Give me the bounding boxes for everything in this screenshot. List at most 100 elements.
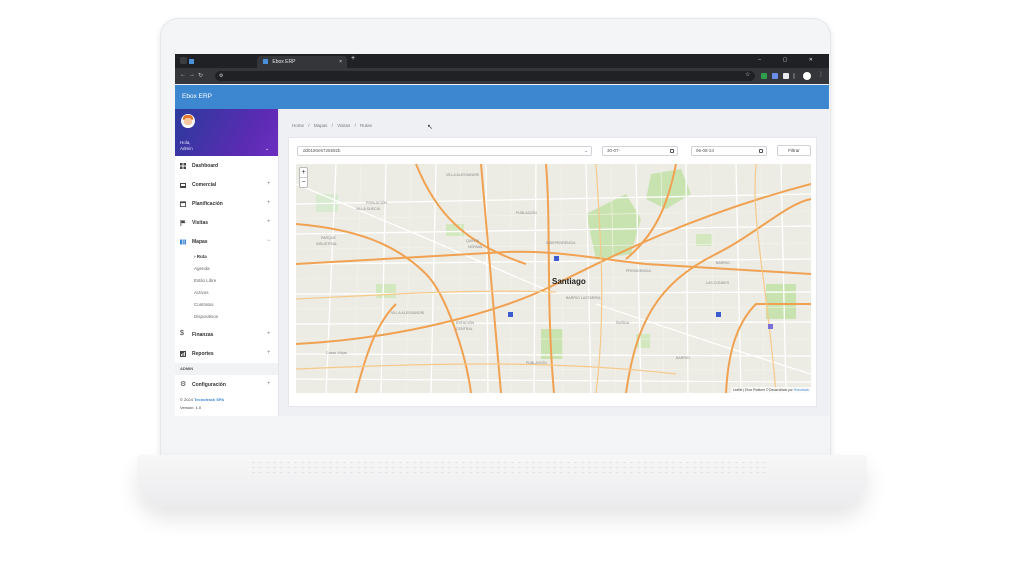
browser-menu-icon[interactable]: ⋮ (818, 71, 824, 78)
park-area (376, 284, 396, 298)
browser-tab-inactive[interactable]: × (189, 56, 262, 68)
expand-icon[interactable]: + (267, 219, 271, 225)
user-panel: Hola, Admin ⌄ (175, 109, 278, 156)
window-controls[interactable]: − ▢ ✕ (758, 57, 823, 63)
calendar-icon[interactable] (759, 149, 763, 153)
expand-icon[interactable]: + (267, 200, 271, 206)
footer-copyright: © 2024 Tecnotrack SPA (180, 397, 225, 402)
sidebar-subitem-dispositivos[interactable]: Dispositivos (194, 314, 218, 319)
gear-icon: ⚙ (180, 381, 187, 388)
sidebar-item-dashboard[interactable]: Dashboard (175, 157, 278, 175)
keyboard-texture (250, 460, 770, 476)
breadcrumb-rutas: Rutas (360, 123, 372, 128)
svg-text:Casas Viejas: Casas Viejas (326, 351, 347, 355)
sidebar-item-visitas[interactable]: Visitas + (175, 214, 278, 232)
extension-icon[interactable] (772, 73, 778, 79)
sidebar-item-reportes[interactable]: Reportes + (175, 345, 278, 363)
device-select-value: dd0180e6725592b (303, 148, 341, 153)
extensions-puzzle-icon[interactable] (783, 73, 789, 79)
browser-toolbar: ← → ↻ ⚙ ☆ ⋮ (175, 68, 829, 84)
toolbar-divider (793, 73, 795, 79)
expand-icon[interactable]: + (267, 381, 271, 387)
sidebar-item-label: Planificación (192, 201, 223, 207)
breadcrumb-home[interactable]: Home (292, 123, 304, 128)
svg-text:INDEPENDENCIA: INDEPENDENCIA (546, 241, 576, 245)
svg-text:CENTRAL: CENTRAL (456, 327, 473, 331)
new-tab-button[interactable]: + (351, 55, 355, 62)
user-name: Hola, Admin (180, 140, 193, 152)
zoom-in-button[interactable]: + (300, 168, 307, 177)
sidebar-item-configuracion[interactable]: ⚙ Configuración + (175, 376, 278, 394)
extension-icon[interactable] (761, 73, 767, 79)
footer-company-link[interactable]: Tecnotrack SPA (194, 397, 224, 402)
tab-close-icon[interactable]: × (339, 56, 342, 68)
section-label-admin: ADMIN (175, 363, 278, 375)
reload-icon[interactable]: ↻ (198, 72, 203, 79)
tab-title: Ebox ERP (272, 59, 296, 65)
user-role: Admin (180, 146, 193, 151)
svg-text:BARRIO LASTARRIA: BARRIO LASTARRIA (566, 296, 601, 300)
mouse-cursor-icon: ↖ (427, 124, 433, 131)
sidebar-item-mapas[interactable]: Mapas − (175, 233, 278, 251)
device-select[interactable]: dd0180e6725592b ⌄ (297, 146, 592, 156)
chevron-down-icon: ⌄ (584, 148, 588, 153)
map-view[interactable]: VILLA ALESSANDRI POBLACIÓN VILLA SUECIA … (296, 164, 811, 393)
svg-text:PUBLACIÓN: PUBLACIÓN (516, 210, 537, 215)
collapse-icon[interactable]: − (267, 238, 271, 244)
date-from-input[interactable]: 30-07- (602, 146, 678, 156)
tab-search-icon[interactable] (180, 57, 187, 64)
bookmark-star-icon[interactable]: ☆ (745, 71, 750, 78)
sidebar-subitem-estilo-libre[interactable]: Estilo Libre (194, 278, 216, 283)
laptop-screen: × Ebox ERP × + − ▢ ✕ ← → ↻ ⚙ ☆ ⋮ Ebox ER… (175, 54, 829, 416)
breadcrumb-mapas[interactable]: Mapas (314, 123, 328, 128)
metro-station-icon (716, 312, 721, 317)
app-title[interactable]: Ebox ERP (182, 93, 212, 100)
svg-text:VILLA ALESSANDRI: VILLA ALESSANDRI (446, 173, 479, 177)
zoom-out-button[interactable]: − (300, 177, 307, 187)
park-area (766, 284, 796, 319)
profile-avatar[interactable] (803, 72, 811, 80)
sidebar-item-label: Reportes (192, 351, 214, 357)
footer-version: Version: 1.0 (180, 405, 202, 410)
chevron-down-icon[interactable]: ⌄ (265, 146, 269, 152)
svg-text:BARRIO: BARRIO (716, 261, 730, 265)
sidebar-item-planificacion[interactable]: Planificación + (175, 195, 278, 213)
sidebar-subitem-ruta[interactable]: › Ruta (194, 254, 207, 259)
attribution-link[interactable]: Tecnotrack (794, 388, 809, 392)
sidebar-subitem-agenda[interactable]: Agenda (194, 266, 210, 271)
zoom-control: + − (299, 167, 308, 188)
svg-text:POBLACIÓN: POBLACIÓN (366, 200, 387, 205)
favicon-icon (263, 59, 268, 65)
metro-station-icon (508, 312, 513, 317)
sidebar-subitem-activos[interactable]: Activos (194, 290, 209, 295)
filter-button[interactable]: Filtrar (777, 145, 811, 156)
address-bar[interactable]: ⚙ (215, 71, 755, 81)
svg-text:VILLA SUECIA: VILLA SUECIA (356, 207, 381, 211)
chevron-right-icon: › (194, 254, 196, 259)
flag-icon (180, 220, 186, 226)
svg-text:NORMAL: NORMAL (468, 245, 483, 249)
browser-tab-bar: × Ebox ERP × + − ▢ ✕ (175, 54, 829, 68)
breadcrumb-visitas[interactable]: Visitas (337, 123, 350, 128)
dollar-icon: $ (180, 330, 184, 337)
expand-icon[interactable]: + (267, 181, 271, 187)
favicon-icon (189, 59, 194, 65)
date-to-input[interactable]: 06-08-24 (691, 146, 767, 156)
sidebar-item-comercial[interactable]: Comercial + (175, 176, 278, 194)
sidebar-item-finanzas[interactable]: $ Finanzas + (175, 326, 278, 344)
back-icon[interactable]: ← (180, 72, 186, 78)
map-city-label: Santiago (552, 277, 586, 286)
breadcrumb: Home / Mapas / Visitas / Rutas (292, 123, 372, 128)
svg-text:ÑUÑOA: ÑUÑOA (616, 320, 630, 325)
site-info-icon[interactable]: ⚙ (219, 73, 223, 79)
calendar-icon[interactable] (670, 149, 674, 153)
expand-icon[interactable]: + (267, 350, 271, 356)
chart-icon (180, 351, 186, 357)
browser-tab-active[interactable]: Ebox ERP × (257, 56, 347, 68)
forward-icon[interactable]: → (189, 72, 195, 78)
expand-icon[interactable]: + (267, 331, 271, 337)
metro-station-icon (768, 324, 773, 329)
svg-text:INDUSTRIAL: INDUSTRIAL (316, 242, 337, 246)
avatar[interactable] (181, 114, 195, 128)
sidebar-subitem-contratos[interactable]: Contratos (194, 302, 214, 307)
